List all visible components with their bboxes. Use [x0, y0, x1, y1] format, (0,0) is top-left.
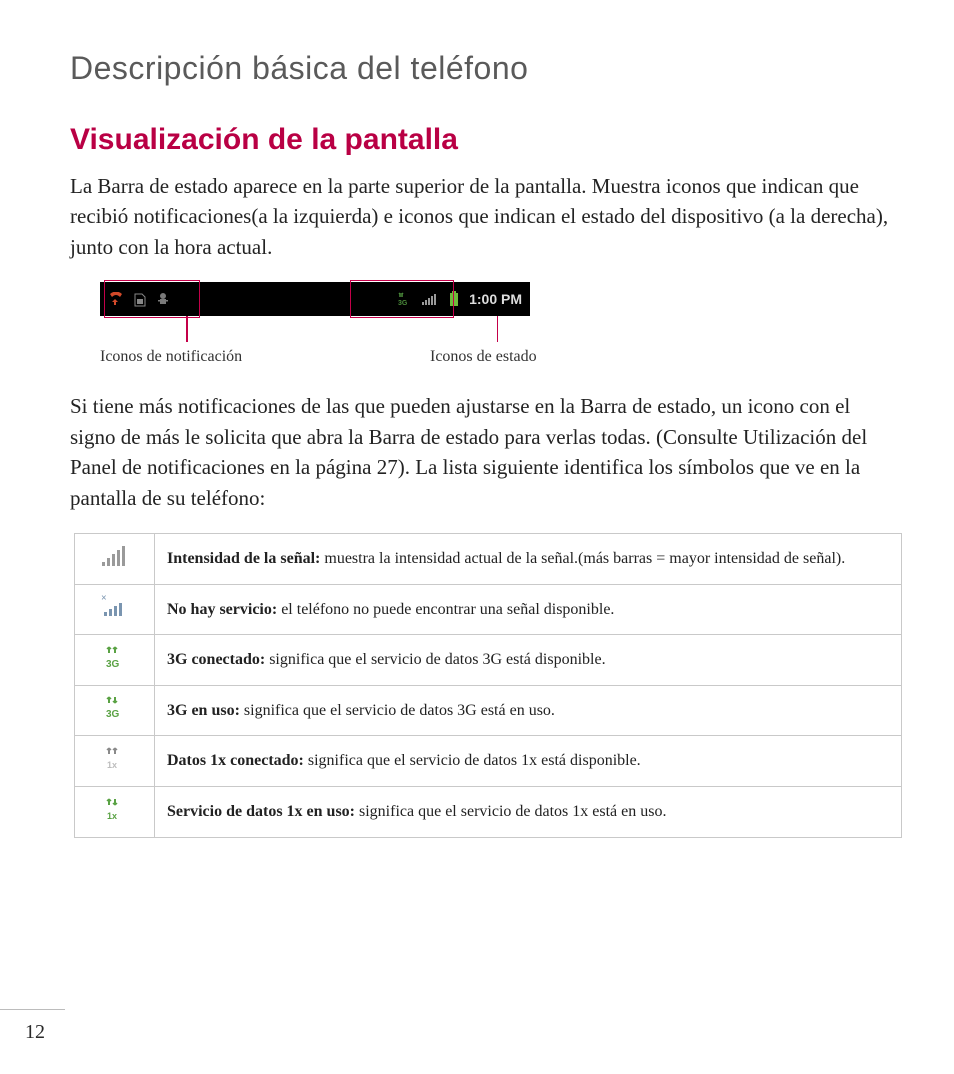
3g-in-use-icon: 3G	[104, 695, 126, 719]
icon-legend-table: Intensidad de la señal: muestra la inten…	[74, 533, 902, 838]
status-bar: 3G 1:00 PM	[100, 282, 530, 316]
status-bar-illustration: 3G 1:00 PM Iconos de notificación Iconos…	[100, 282, 620, 366]
svg-text:×: ×	[101, 594, 107, 604]
second-paragraph: Si tiene más notificaciones de las que p…	[70, 391, 899, 513]
term: Servicio de datos 1x en uso:	[167, 803, 355, 820]
desc: significa que el servicio de datos 1x es…	[355, 803, 666, 820]
table-row: 1x Datos 1x conectado: significa que el …	[75, 736, 902, 787]
intro-paragraph: La Barra de estado aparece en la parte s…	[70, 171, 899, 262]
term: 3G conectado:	[167, 651, 265, 668]
callout-line-left	[186, 316, 188, 342]
3g-connected-icon: 3G	[104, 645, 126, 669]
svg-text:1x: 1x	[107, 760, 117, 770]
no-service-icon: ×	[101, 594, 129, 618]
svg-text:3G: 3G	[106, 659, 120, 669]
desc: significa que el servicio de datos 3G es…	[265, 651, 605, 668]
notification-box-highlight	[104, 280, 200, 318]
section-title: Descripción básica del teléfono	[70, 50, 899, 87]
term: Datos 1x conectado:	[167, 752, 304, 769]
page-number: 12	[25, 1021, 45, 1044]
subsection-title: Visualización de la pantalla	[70, 123, 899, 157]
signal-strength-icon	[101, 545, 129, 567]
table-row: 3G 3G en uso: significa que el servicio …	[75, 685, 902, 736]
caption-notification-icons: Iconos de notificación	[100, 348, 270, 366]
clock-text: 1:00 PM	[469, 291, 522, 307]
desc: el teléfono no puede encontrar una señal…	[277, 601, 614, 618]
term: Intensidad de la señal:	[167, 550, 320, 567]
1x-in-use-icon: 1x	[104, 797, 126, 821]
desc: significa que el servicio de datos 1x es…	[304, 752, 641, 769]
svg-text:1x: 1x	[107, 811, 117, 821]
svg-text:3G: 3G	[106, 709, 120, 719]
1x-connected-icon: 1x	[104, 746, 126, 770]
table-row: × No hay servicio: el teléfono no puede …	[75, 584, 902, 635]
footer-rule	[0, 1009, 65, 1010]
table-row: 3G 3G conectado: significa que el servic…	[75, 635, 902, 686]
status-box-highlight	[350, 280, 454, 318]
desc: significa que el servicio de datos 3G es…	[240, 702, 555, 719]
term: No hay servicio:	[167, 601, 277, 618]
term: 3G en uso:	[167, 702, 240, 719]
table-row: Intensidad de la señal: muestra la inten…	[75, 534, 902, 585]
desc: muestra la intensidad actual de la señal…	[320, 550, 845, 567]
table-row: 1x Servicio de datos 1x en uso: signific…	[75, 787, 902, 838]
callout-line-right	[497, 316, 499, 342]
caption-status-icons: Iconos de estado	[430, 348, 590, 366]
